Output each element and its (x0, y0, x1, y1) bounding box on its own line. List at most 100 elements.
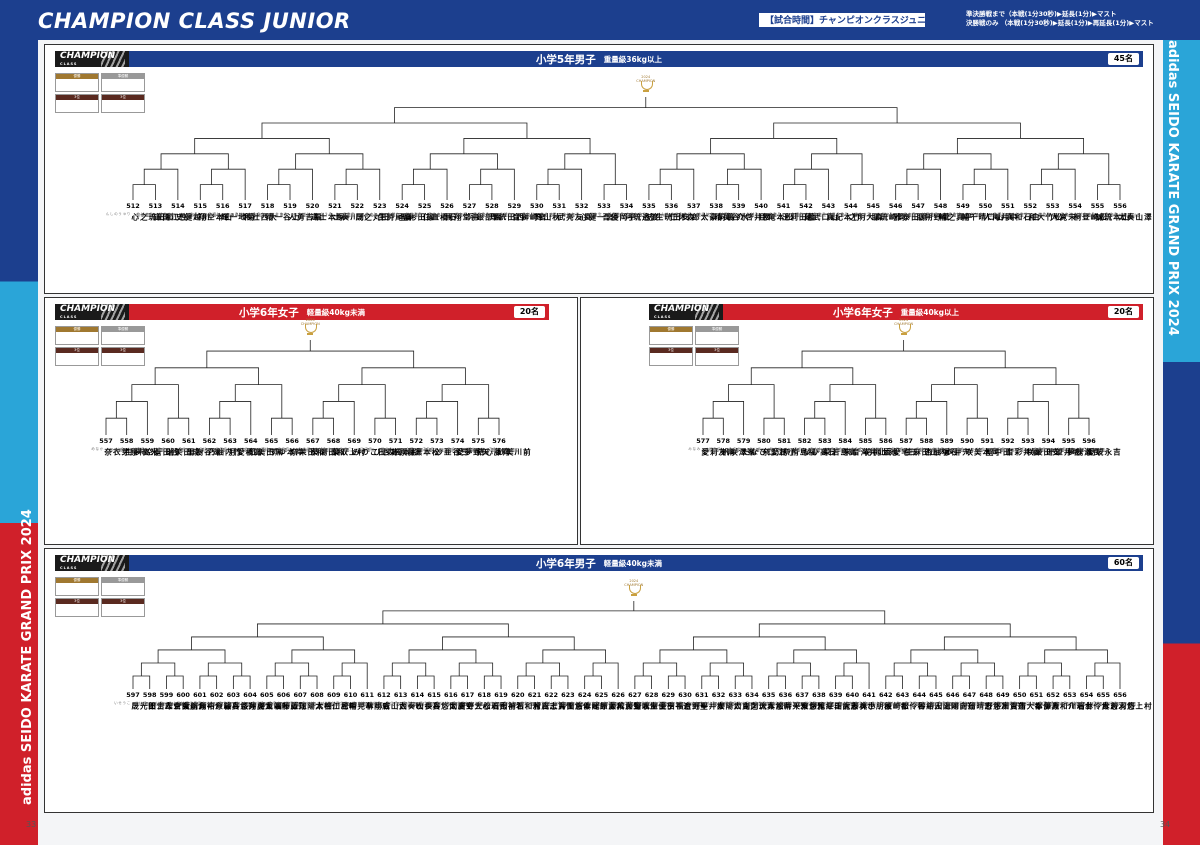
entrant-number: 634 (745, 691, 759, 699)
entrant: 558 ゆい 米良夢生 三重支部 (116, 437, 159, 456)
entrant-number: 541 (776, 202, 791, 210)
trophy-base (307, 333, 314, 335)
entrant: 652 かずま 石川和真 三重支部 (1039, 691, 1086, 710)
match-time-rules: 準決勝戦まで（本戦(1分30秒)▶延長(1分)▶マスト 決勝戦のみ （本戦(1分… (966, 10, 1154, 28)
bracket-line (391, 662, 427, 676)
entrant-number: 561 (181, 437, 196, 445)
match-time-label: 【試合時間】チャンピオンクラスジュニア (758, 12, 926, 28)
entrant-number: 531 (552, 202, 566, 210)
bracket-line (1027, 662, 1062, 676)
bracket-line (676, 153, 745, 170)
entrant: 634 りゅうのすけ 松本琉之 三重支部 (725, 691, 784, 710)
entrant: 586 あいか 三宅愛香 三重支部 (871, 437, 918, 456)
entrant: 623 ゆうせい 尾本悠惺 三重支部 (549, 691, 600, 710)
bracket-line (943, 636, 1077, 650)
entrant-number: 650 (1012, 691, 1027, 699)
bracket-line (408, 649, 477, 663)
entrant: 560 えま 成田笑瑞 三重支部 (158, 437, 201, 456)
entrant: 648 ゆうし 吉川悠志 三重支部 (972, 691, 1019, 710)
entrant: 630 りょう 平野遼 三重支部 (671, 691, 709, 710)
entrant-number: 521 (328, 202, 342, 210)
entrant: 636 てんせい 伊東天晴 三重支部 (767, 691, 818, 710)
entrant-number: 536 (664, 202, 679, 210)
entrant: 512 りゅうのしん 和田琉之心 三重支部 (106, 202, 174, 221)
entrant: 549 はるき 山口晴千輔 三重支部 (949, 202, 1004, 221)
bracket-panel-5th-boys-heavy: 小学5年男子 重量級36kg以上 45名 CHAMPION CLASS 優勝 準優勝 3位 3位… (44, 44, 1154, 294)
entrant: 569 このみ 森田このみ 三重支部 (340, 437, 395, 456)
bracket-line (918, 675, 937, 689)
entrant: 605 そうた 近藤颯太 三重支部 (252, 691, 299, 710)
entrant-number: 585 (858, 437, 873, 445)
bracket-line (429, 153, 498, 170)
entrant-number: 590 (960, 437, 974, 445)
entrant: 583 わかな 高島若菜 三重支部 (810, 437, 857, 456)
bracket-line (477, 417, 500, 435)
entrant: 604 しょう 福重虎翔 三重支部 (236, 691, 283, 710)
bracket-line (299, 675, 318, 689)
bracket-line (701, 675, 719, 689)
bracket-line (450, 675, 468, 689)
bracket-line (536, 184, 560, 200)
entrant: 650 ひろと 藤本大翔 三重支部 (1005, 691, 1052, 710)
bracket-line (194, 138, 330, 154)
bracket-line (715, 184, 740, 200)
rule-line-1: 準決勝戦まで（本戦(1分30秒)▶延長(1分)▶マスト (966, 10, 1117, 18)
bracket-line (209, 417, 231, 435)
entrant-number: 648 (979, 691, 993, 699)
entrant-number: 575 (471, 437, 486, 445)
entrant-number: 586 (879, 437, 893, 445)
entrant-number: 595 (1061, 437, 1076, 445)
bracket-line (793, 649, 857, 663)
entrant-number: 588 (919, 437, 934, 445)
entrant: 603 ゆうま 櫻井悠真 三重支部 (219, 691, 266, 710)
entrant-number: 544 (844, 202, 858, 210)
page-number-right: 34 (1160, 820, 1171, 829)
entrant: 618 りょうし 前田琉心 三重支部 (466, 691, 517, 710)
entrant: 513 こくどう 住江国道 三重支部 (137, 202, 188, 221)
entrant: 609 けい 中島仁 三重支部 (324, 691, 358, 710)
entrant: 627 そうい 土屋颯生 三重支部 (620, 691, 667, 710)
bracket-line (463, 138, 591, 154)
entrant: 556 そうた 澤山奏太 香川支部 (1106, 202, 1153, 221)
entrant-number: 655 (1096, 691, 1111, 699)
bracket-line (267, 184, 291, 200)
entrant: 521 そうし 小川奏士 三重支部 (320, 202, 367, 221)
bracket-line (584, 675, 602, 689)
entrant-number: 636 (778, 691, 793, 699)
bracket-line (525, 662, 560, 676)
entrant-number: 654 (1079, 691, 1094, 699)
entrant-number: 562 (202, 437, 217, 445)
entrant: 580 あいか 小林愛奈 三重支部 (750, 437, 797, 456)
entrant: 619 しゅう 石神秀 三重支部 (487, 691, 525, 710)
entrant-number: 612 (377, 691, 391, 699)
entrant-number: 628 (644, 691, 659, 699)
trophy-cup (640, 81, 653, 90)
entrant-number: 522 (350, 202, 365, 210)
entrant-number: 518 (260, 202, 275, 210)
bracket-line (895, 184, 919, 200)
entrant: 655 しき 丹羽志貴 三重支部 (1093, 691, 1136, 710)
bracket-line (140, 662, 176, 676)
entrant-number: 642 (878, 691, 893, 699)
bracket-line (954, 367, 1057, 385)
entrant: 538 えいすけ 水谷英晴 愛知県支部 (698, 202, 749, 221)
bracket-line (483, 675, 502, 689)
entrant: 593 りさ 安田綾咲 三重支部 (1018, 437, 1061, 456)
entrant: 601 ゆうすけ 篠原祐介 三重支部 (181, 691, 232, 710)
bracket-line (1086, 675, 1104, 689)
entrant: 571 かえで 杉本楓 三重支部 (381, 437, 419, 456)
entrant-number: 611 (360, 691, 374, 699)
entrant-number: 520 (305, 202, 320, 210)
bracket-panel-6th-girls-light: 小学6年女子 軽量級40kg未満 20名 CHAMPION CLASS 優勝 準優勝 3位 3位… (44, 297, 578, 545)
bracket-line (709, 662, 745, 676)
entrant-number: 527 (462, 202, 477, 210)
bracket-line (312, 417, 334, 435)
bracket-line (910, 649, 979, 663)
side-text-right: adidas SEIDO KARATE GRAND PRIX 2024 (1165, 40, 1180, 336)
page-number-left: 33 (26, 820, 37, 829)
entrant-number: 577 (696, 437, 710, 445)
entrant: 529 しほう 宮崎獅音 愛知県支部 (500, 202, 547, 221)
entrant-number: 581 (777, 437, 792, 445)
entrant-number: 615 (427, 691, 441, 699)
entrant-number: 630 (678, 691, 692, 699)
